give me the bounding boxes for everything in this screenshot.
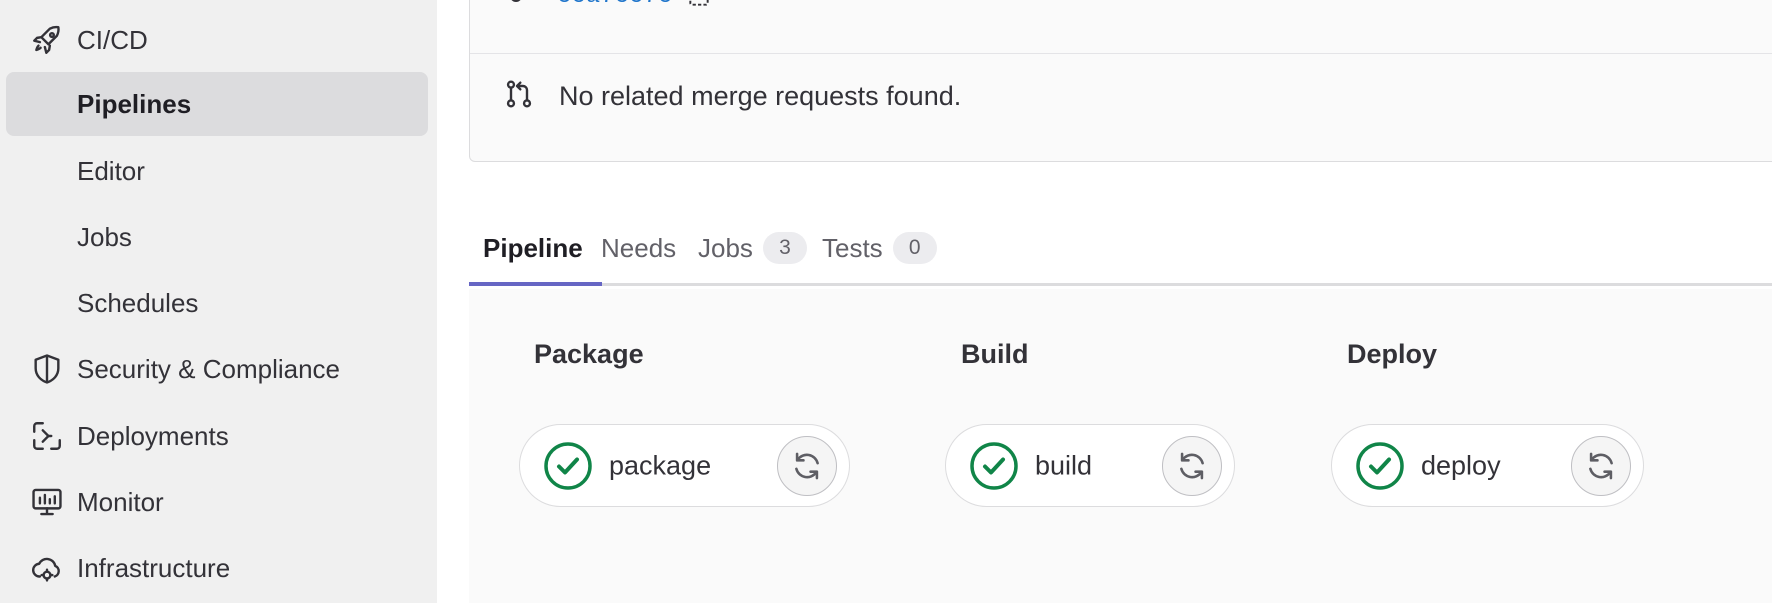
app-root: CI/CD Pipelines Editor Jobs Schedules Se… — [0, 0, 1772, 603]
deployments-icon — [30, 419, 64, 453]
sidebar-item-label: Editor — [77, 155, 145, 186]
sidebar-item-label: Jobs — [77, 221, 132, 252]
sidebar-section-label: Infrastructure — [77, 552, 231, 583]
sidebar-item-label: Schedules — [77, 287, 199, 318]
tab-tests[interactable]: Tests 0 — [822, 210, 937, 286]
commit-row: eea7ee7e — [510, 0, 712, 10]
shield-icon — [30, 352, 64, 386]
tab-label: Needs — [601, 232, 677, 263]
sidebar-item-editor[interactable]: Editor — [6, 139, 428, 203]
commit-sha-link[interactable]: eea7ee7e — [557, 0, 672, 10]
sidebar-item-pipelines[interactable]: Pipelines — [6, 72, 428, 136]
sidebar-item-schedules[interactable]: Schedules — [6, 271, 428, 335]
sidebar-section-label: Deployments — [77, 420, 229, 451]
pipeline-tabs: Pipeline Needs Jobs 3 Tests 0 — [469, 210, 1772, 286]
main-content: eea7ee7e — [437, 0, 1772, 603]
sidebar-section-monitor[interactable]: Monitor — [6, 470, 428, 534]
sidebar-section-infrastructure[interactable]: Infrastructure — [6, 536, 428, 600]
job-package[interactable]: package — [519, 424, 850, 507]
job-deploy[interactable]: deploy — [1331, 424, 1644, 507]
retry-icon — [795, 452, 819, 479]
sidebar-section-label: CI/CD — [77, 24, 148, 55]
pipeline-graph: Package package Build build Deploy deplo… — [469, 289, 1772, 603]
job-name: build — [1035, 450, 1093, 480]
stage-title: Build — [961, 339, 1029, 369]
merge-requests-empty-text: No related merge requests found. — [559, 80, 962, 111]
stage-title: Package — [534, 339, 644, 369]
rocket-icon — [30, 23, 64, 57]
retry-button[interactable] — [1162, 435, 1222, 496]
tab-needs[interactable]: Needs — [601, 210, 676, 286]
sidebar-section-cicd[interactable]: CI/CD — [6, 8, 428, 72]
sidebar-section-label: Security & Compliance — [77, 353, 340, 384]
pipeline-info-card: eea7ee7e — [469, 0, 1772, 162]
sidebar-item-label: Pipelines — [77, 88, 192, 119]
retry-icon — [1180, 452, 1204, 479]
tab-label: Jobs — [698, 232, 753, 263]
status-success-icon — [1356, 441, 1404, 490]
merge-request-icon — [503, 78, 535, 115]
retry-button[interactable] — [777, 435, 837, 496]
monitor-icon — [30, 485, 64, 519]
sidebar-item-jobs[interactable]: Jobs — [6, 205, 428, 269]
sidebar-section-label: Monitor — [77, 486, 164, 517]
status-success-icon — [970, 441, 1018, 490]
tab-label: Pipeline — [483, 232, 583, 263]
tab-label: Tests — [822, 232, 883, 263]
merge-requests-row: No related merge requests found. — [503, 76, 961, 116]
tab-jobs[interactable]: Jobs 3 — [698, 210, 807, 286]
retry-button[interactable] — [1571, 435, 1631, 496]
active-tab-indicator — [469, 282, 602, 286]
sidebar: CI/CD Pipelines Editor Jobs Schedules Se… — [0, 0, 437, 603]
commit-icon — [510, 0, 522, 2]
retry-icon — [1589, 452, 1613, 479]
status-success-icon — [544, 441, 592, 490]
info-divider — [470, 53, 1772, 54]
sidebar-section-deployments[interactable]: Deployments — [6, 404, 428, 468]
stage-title: Deploy — [1347, 339, 1438, 369]
copy-icon[interactable] — [686, 0, 712, 9]
jobs-count-badge: 3 — [762, 232, 807, 264]
sidebar-section-security[interactable]: Security & Compliance — [6, 337, 428, 401]
cloud-gear-icon — [30, 551, 64, 585]
tab-pipeline[interactable]: Pipeline — [483, 210, 583, 286]
tests-count-badge: 0 — [892, 232, 937, 264]
job-build[interactable]: build — [945, 424, 1235, 507]
job-name: package — [609, 450, 712, 480]
job-name: deploy — [1421, 450, 1501, 480]
